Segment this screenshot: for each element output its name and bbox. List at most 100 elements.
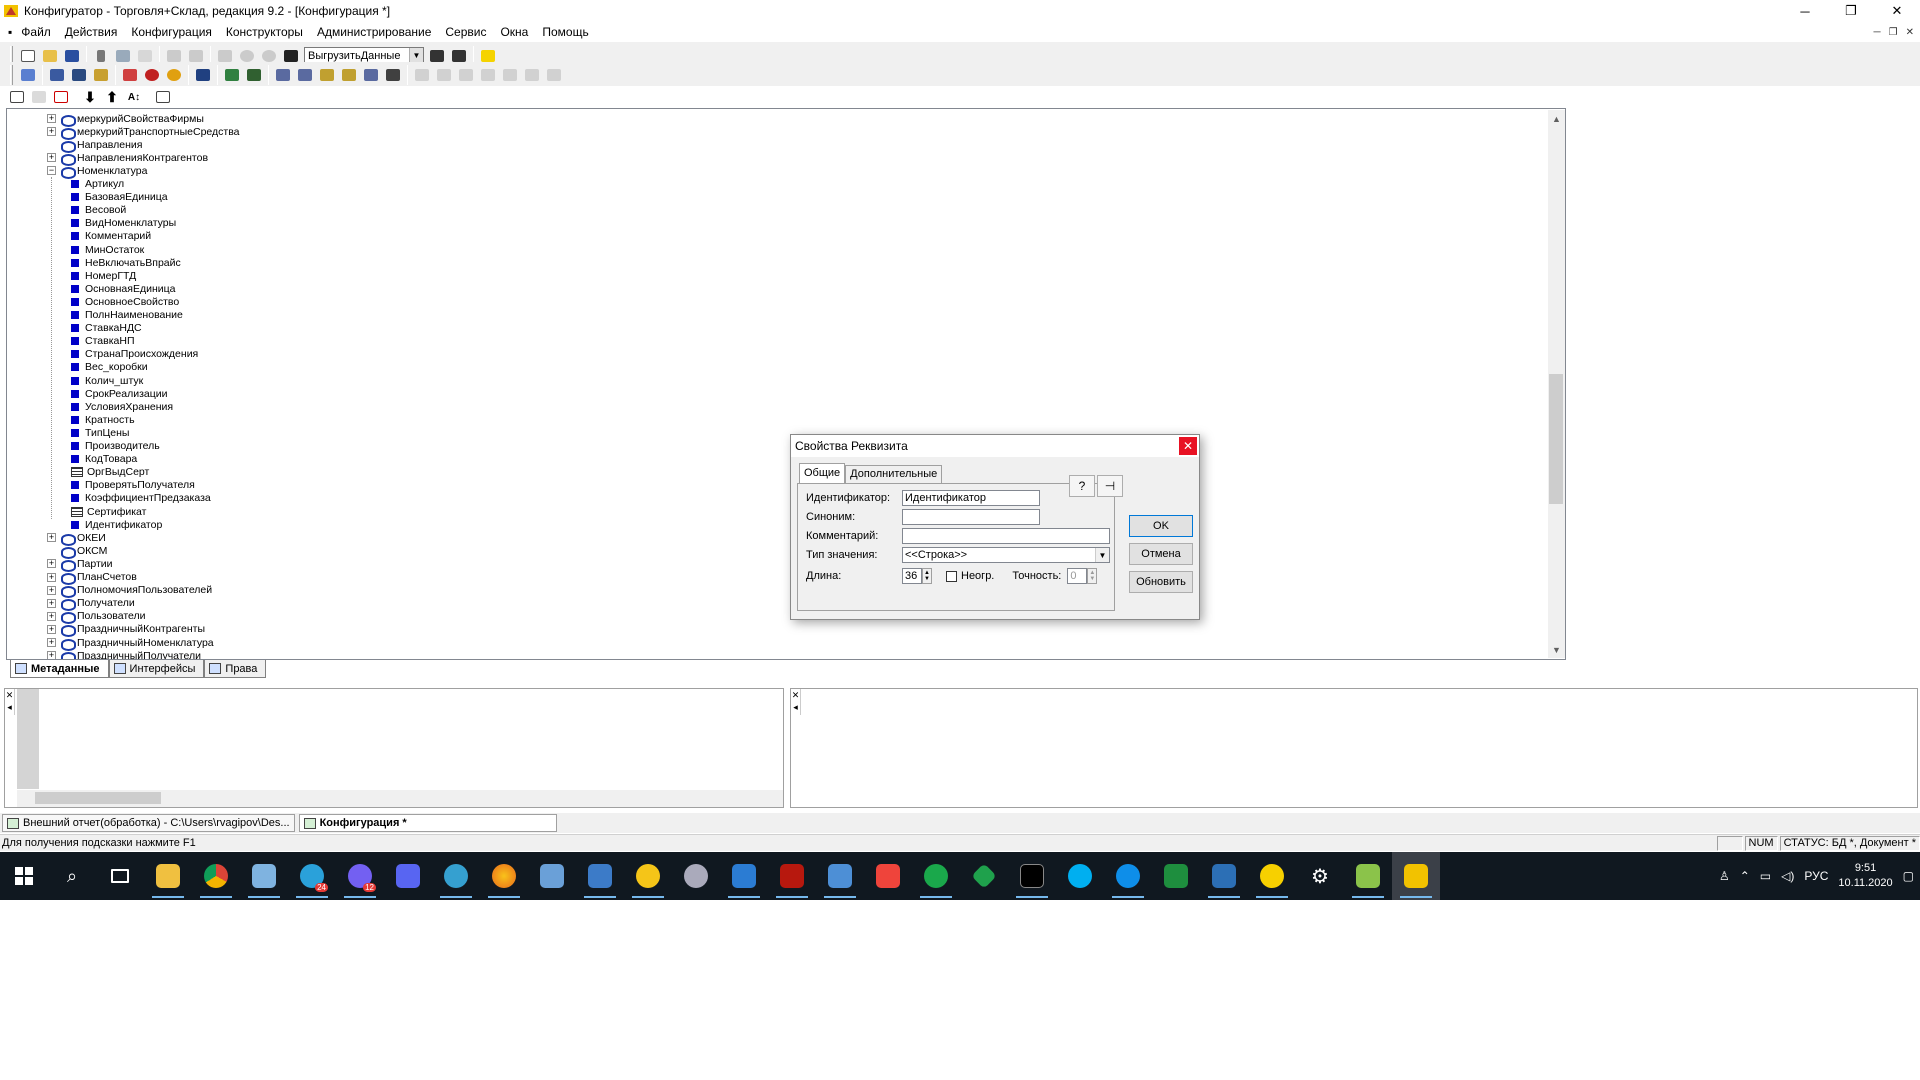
tree-row[interactable]: + ПраздничныйНоменклатура [47,636,214,651]
network-tool-icon[interactable] [576,852,624,900]
scroll-up-arrow[interactable]: ▲ [1548,110,1565,127]
chevron-down-icon[interactable]: ▼ [1095,548,1109,562]
synonym-input[interactable] [902,509,1040,525]
tree-row[interactable]: Артикул [71,178,124,191]
tab-interfaces[interactable]: Интерфейсы [108,660,205,678]
tree-row[interactable]: БазоваяЕдиница [71,191,168,204]
expand-icon[interactable]: + [47,638,56,647]
tool-i-icon[interactable] [455,64,477,86]
tree-row[interactable]: + Партии [47,557,113,572]
scroll-thumb[interactable] [35,792,161,804]
filezilla-icon[interactable] [768,852,816,900]
tool-g-icon[interactable] [411,64,433,86]
tool-m-icon[interactable] [543,64,565,86]
tab-metadata[interactable]: Метаданные [10,660,109,678]
anydesk-icon[interactable] [864,852,912,900]
debugger-icon[interactable] [192,64,214,86]
discord-icon[interactable] [384,852,432,900]
tree-row[interactable]: Вес_коробки [71,361,148,374]
window-tab-external-report[interactable]: Внешний отчет(обработка) - C:\Users\rvag… [2,814,295,832]
skype-icon[interactable] [1056,852,1104,900]
restore-button[interactable]: ❐ [1828,0,1874,22]
window-tab-configuration[interactable]: Конфигурация * [298,814,557,832]
tree-row[interactable]: + ПраздничныйКонтрагенты [47,623,205,638]
notifications-icon[interactable]: ▢ [1903,869,1914,883]
tree-row[interactable]: КодТовара [71,453,137,466]
remote-desktop-icon[interactable] [1200,852,1248,900]
tree-row[interactable]: СтавкаНДС [71,322,142,335]
tree-row[interactable]: + меркурийТранспортныеСредства [47,125,240,140]
metadata-tree[interactable]: + меркурийСвойстваФирмы + меркурийТранспорт… [6,108,1566,660]
tree-row[interactable]: МинОстаток [71,243,144,256]
menu-administration[interactable]: Администрирование [310,22,438,42]
menu-help[interactable]: Помощь [535,22,595,42]
menu-configuration[interactable]: Конфигурация [124,22,219,42]
tree-row[interactable]: + ПолномочияПользователей [47,584,212,599]
tab-rights[interactable]: Права [204,660,267,678]
monitor-icon[interactable] [243,64,265,86]
expand-icon[interactable]: + [47,559,56,569]
pane-close-icon[interactable]: ✕ ◂ [5,689,15,715]
system-menu-icon[interactable]: ▪ [0,22,14,42]
tool-k-icon[interactable] [499,64,521,86]
gear-tool-icon[interactable] [672,852,720,900]
expand-icon[interactable]: + [47,127,56,137]
browser-icon[interactable] [432,852,480,900]
tree-row[interactable]: ОсновнаяЕдиница [71,282,175,295]
chrome-icon[interactable] [192,852,240,900]
stop-icon[interactable] [163,64,185,86]
merge-config-icon[interactable] [141,64,163,86]
close-button[interactable]: ✕ [1874,0,1920,22]
value-type-select[interactable]: <<Строка>> ▼ [902,547,1110,563]
menu-file[interactable]: Файл [14,22,58,42]
tree-row[interactable]: + НаправленияКонтрагентов [47,151,208,166]
tree-row[interactable]: + меркурийСвойстваФирмы [47,112,204,127]
tool-l-icon[interactable] [521,64,543,86]
yandex-icon[interactable] [480,852,528,900]
document-icon[interactable] [720,852,768,900]
telegram-icon[interactable]: 24 [288,852,336,900]
tree-row[interactable]: ОКСМ [47,544,107,559]
load-config-icon[interactable] [90,64,112,86]
tree-row[interactable]: Комментарий [71,230,151,243]
expand-icon[interactable]: + [47,153,56,163]
tree-row[interactable]: Направления [47,138,142,153]
tree-row[interactable]: ОргВыдСерт [71,466,149,479]
expand-icon[interactable]: + [47,651,56,659]
expand-icon[interactable]: + [47,533,56,543]
terminal-icon[interactable] [1008,852,1056,900]
open-config-icon[interactable] [46,64,68,86]
collapse-icon[interactable]: − [47,166,56,176]
expand-icon[interactable]: + [47,572,56,582]
tree-row[interactable]: КоэффициентПредзаказа [71,492,211,505]
tool-c-icon[interactable] [316,64,338,86]
tool-h-icon[interactable] [433,64,455,86]
tree-row[interactable]: ТипЦены [71,426,129,439]
people-icon[interactable]: ♙ [1719,869,1730,883]
tree-row[interactable]: СтавкаНП [71,335,135,348]
settings-gear-icon[interactable]: ⚙ [1296,852,1344,900]
pane-close-icon[interactable]: ✕ ◂ [791,689,801,715]
tree-row[interactable]: − Номенклатура [47,164,147,179]
help-button[interactable]: ? [1069,475,1095,497]
task-view-icon[interactable] [96,852,144,900]
search-icon[interactable]: ⌕ [48,852,96,900]
output-pane-left[interactable]: ✕ ◂ [4,688,784,808]
tree-row[interactable]: Идентификатор [71,518,162,531]
tree-vertical-scrollbar[interactable]: ▲ ▼ [1548,110,1565,658]
spinner-arrows-icon[interactable]: ▲ ▼ [1087,568,1098,584]
update-button[interactable]: Обновить [1129,571,1193,593]
menu-constructors[interactable]: Конструкторы [219,22,310,42]
expand-icon[interactable]: + [47,598,56,608]
menu-windows[interactable]: Окна [493,22,535,42]
network-icon[interactable] [816,852,864,900]
chevron-up-icon[interactable]: ⌃ [1740,869,1750,883]
tree-row[interactable]: Производитель [71,440,160,453]
sort-icon[interactable]: A↕ [123,86,145,108]
output-pane-right[interactable]: ✕ ◂ [790,688,1918,808]
expand-icon[interactable]: + [47,624,56,634]
tree-row[interactable]: ПроверятьПолучателя [71,479,195,492]
tool-b-icon[interactable] [294,64,316,86]
tree-row[interactable]: Сертификат [71,505,146,518]
pin-button[interactable]: ⊣ [1097,475,1123,497]
